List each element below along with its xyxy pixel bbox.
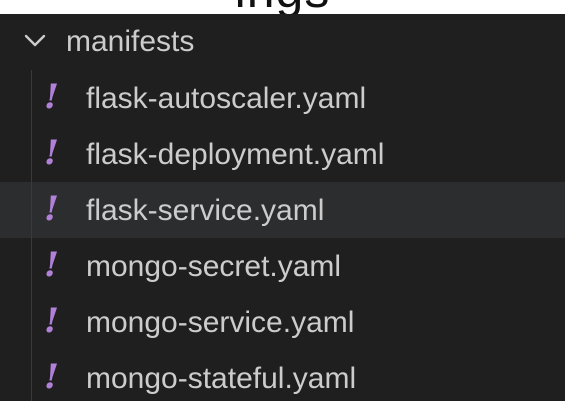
file-item-mongo-service[interactable]: ! mongo-service.yaml (0, 294, 565, 350)
screenshot-stage: ings manifests ! flask-autoscaler.yaml !… (0, 0, 565, 401)
file-item-flask-autoscaler[interactable]: ! flask-autoscaler.yaml (0, 70, 565, 126)
file-label: flask-service.yaml (86, 194, 325, 227)
folder-manifests[interactable]: manifests (0, 14, 565, 70)
file-item-mongo-stateful[interactable]: ! mongo-stateful.yaml (0, 350, 565, 401)
file-list: ! flask-autoscaler.yaml ! flask-deployme… (0, 70, 565, 401)
indent-guide (31, 126, 32, 182)
chevron-down-icon[interactable] (22, 28, 48, 54)
yaml-file-icon: ! (44, 77, 59, 117)
file-label: mongo-secret.yaml (86, 250, 342, 283)
yaml-file-icon: ! (44, 245, 59, 285)
file-item-mongo-secret[interactable]: ! mongo-secret.yaml (0, 238, 565, 294)
file-label: flask-deployment.yaml (86, 138, 385, 171)
yaml-file-icon: ! (44, 133, 59, 173)
file-item-flask-service[interactable]: ! flask-service.yaml (0, 182, 565, 238)
yaml-file-icon: ! (44, 189, 59, 229)
folder-label: manifests (66, 25, 195, 58)
indent-guide (31, 350, 32, 401)
file-label: mongo-service.yaml (86, 306, 355, 339)
yaml-file-icon: ! (44, 357, 59, 397)
explorer-panel: manifests ! flask-autoscaler.yaml ! flas… (0, 14, 565, 401)
indent-guide (31, 294, 32, 350)
file-label: flask-autoscaler.yaml (86, 82, 367, 115)
file-label: mongo-stateful.yaml (86, 362, 357, 395)
indent-guide (31, 238, 32, 294)
yaml-file-icon: ! (44, 301, 59, 341)
file-item-flask-deployment[interactable]: ! flask-deployment.yaml (0, 126, 565, 182)
indent-guide (31, 70, 32, 126)
indent-guide (31, 182, 32, 238)
